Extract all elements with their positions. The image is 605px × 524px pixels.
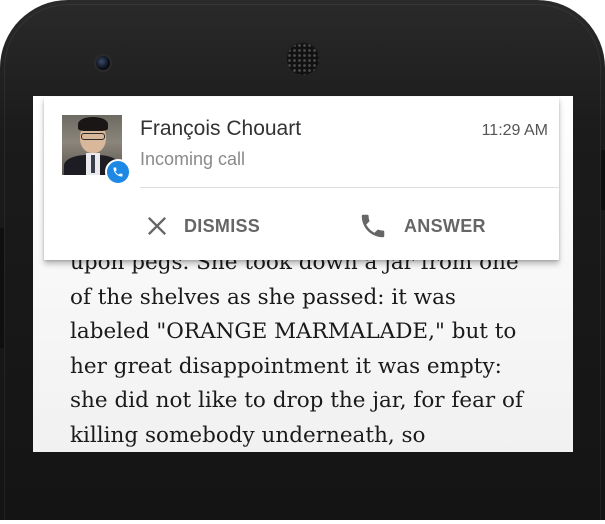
answer-label: ANSWER bbox=[404, 215, 486, 236]
volume-button bbox=[0, 228, 4, 348]
front-camera bbox=[96, 56, 110, 70]
call-time: 11:29 AM bbox=[481, 122, 548, 139]
power-button bbox=[601, 150, 605, 210]
phone-icon bbox=[361, 214, 385, 238]
text-line: of the shelves as she passed: it was bbox=[70, 284, 456, 310]
dismiss-button[interactable]: DISMISS bbox=[146, 201, 260, 251]
call-status: Incoming call bbox=[140, 149, 246, 169]
caller-name: François Chouart bbox=[140, 117, 302, 140]
text-line: killing somebody underneath, so bbox=[70, 422, 426, 448]
phone-badge-icon bbox=[105, 159, 131, 185]
phone-icon bbox=[113, 167, 123, 177]
divider bbox=[140, 187, 559, 188]
incoming-call-notification[interactable]: François Chouart 11:29 AM Incoming call … bbox=[44, 97, 559, 260]
earpiece-speaker bbox=[287, 43, 319, 75]
text-line: labeled "ORANGE MARMALADE," but to bbox=[70, 319, 517, 344]
close-icon bbox=[147, 216, 167, 236]
answer-button[interactable]: ANSWER bbox=[358, 201, 486, 251]
ebook-text: upon pegs. She took down a jar from one … bbox=[70, 246, 570, 452]
text-line: she did not like to drop the jar, for fe… bbox=[70, 388, 523, 413]
dismiss-label: DISMISS bbox=[184, 215, 261, 236]
text-line: her great disappointment it was empty: bbox=[70, 353, 502, 379]
phone-device: upon pegs. She took down a jar from one … bbox=[0, 0, 605, 520]
